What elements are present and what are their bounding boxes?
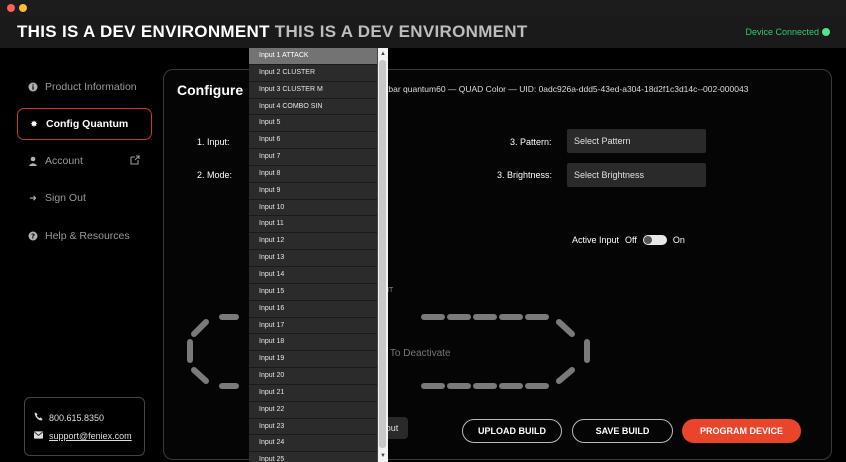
dropdown-option[interactable]: Input 4 COMBO SIN [249,99,377,116]
page-title: Configure [177,82,244,98]
device-status: Device Connected [745,27,830,37]
dropdown-option[interactable]: Input 7 [249,149,377,166]
phone-number: 800.615.8350 [49,412,105,423]
email-icon [34,431,43,441]
svg-text:?: ? [31,233,35,241]
mode-label: 2. Mode: [197,170,233,180]
sidebar-item-help-resources[interactable]: ? Help & Resources [17,220,152,252]
sidebar-item-config-quantum[interactable]: ✸ Config Quantum [17,108,152,140]
active-input-label: Active Input [572,235,620,245]
toggle-on-label: On [672,235,685,245]
deactivate-hint: ) To Deactivate [384,348,451,359]
active-input-toggle-group: Active Input Off On [572,235,685,245]
upload-build-button[interactable]: UPLOAD BUILD [462,419,562,443]
program-device-button[interactable]: PROGRAM DEVICE [682,419,801,443]
dropdown-option[interactable]: Input 1 ATTACK [249,48,377,65]
brightness-select[interactable]: Select Brightness [567,163,706,187]
sidebar-item-sign-out[interactable]: ➜ Sign Out [17,182,152,214]
dropdown-option[interactable]: Input 5 [249,115,377,133]
dropdown-option[interactable]: Input 18 [249,334,377,352]
brightness-label: 3. Brightness: [497,170,553,180]
user-icon [28,156,38,166]
dropdown-option[interactable]: Input 13 [249,250,377,267]
dropdown-option[interactable]: Input 21 [249,385,377,402]
dropdown-option[interactable]: Input 14 [249,267,377,284]
sidebar-item-label: Product Information [45,81,137,93]
contact-card: 800.615.8350 support@feniex.com [24,397,145,456]
pattern-label: 3. Pattern: [510,137,552,147]
dropdown-option[interactable]: Input 24 [249,435,377,453]
sidebar-item-label: Help & Resources [45,230,130,242]
device-status-label: Device Connected [745,27,819,37]
dropdown-option[interactable]: Input 6 [249,132,377,150]
phone-icon [34,412,43,423]
dropdown-option[interactable]: Input 12 [249,233,377,251]
sidebar-item-label: Account [45,155,83,167]
sidebar-item-label: Config Quantum [46,118,129,130]
pattern-select[interactable]: Select Pattern [567,129,706,153]
dropdown-option[interactable]: Input 2 CLUSTER [249,65,377,82]
input-dropdown-list[interactable]: Input 1 ATTACK Input 2 CLUSTER Input 3 C… [249,48,378,462]
dropdown-option[interactable]: Input 25 [249,452,377,462]
dropdown-option[interactable]: Input 16 [249,301,377,318]
dropdown-option[interactable]: Input 11 [249,216,377,234]
scroll-up-arrow-icon[interactable]: ▲ [379,50,387,58]
dropdown-option[interactable]: Input 9 [249,183,377,200]
window-titlebar [0,0,846,16]
minimize-window-button[interactable] [19,4,27,12]
info-icon [28,82,38,92]
dropdown-option[interactable]: Input 15 [249,284,377,301]
scrollbar-thumb[interactable] [379,60,386,448]
external-link-icon[interactable] [130,155,140,168]
banner-text-primary: THIS IS A DEV ENVIRONMENT [17,22,270,41]
dropdown-option[interactable]: Input 8 [249,166,377,183]
support-email-link[interactable]: support@feniex.com [49,431,132,441]
input-label: 1. Input: [197,137,230,147]
sidebar-item-label: Sign Out [45,192,86,204]
gear-icon: ✸ [30,118,38,129]
dev-environment-banner: THIS IS A DEV ENVIRONMENT THIS IS A DEV … [17,22,528,42]
scroll-down-arrow-icon[interactable]: ▼ [379,452,387,460]
sidebar-item-product-information[interactable]: Product Information [17,71,152,103]
dropdown-scrollbar[interactable]: ▲ ▼ [378,48,388,462]
sidebar-item-account[interactable]: Account [17,145,152,177]
device-uid-line: tbar quantum60 — QUAD Color — UID: 0adc9… [386,84,749,94]
sign-out-icon: ➜ [29,192,37,203]
connected-dot-icon [822,28,830,36]
dropdown-option[interactable]: Input 3 CLUSTER M [249,82,377,99]
dropdown-option[interactable]: Input 19 [249,351,377,369]
active-input-toggle[interactable] [642,235,667,245]
dropdown-option[interactable]: Input 23 [249,419,377,436]
dropdown-option[interactable]: Input 20 [249,368,377,385]
close-window-button[interactable] [7,4,15,12]
app-header: THIS IS A DEV ENVIRONMENT THIS IS A DEV … [0,16,846,48]
save-build-button[interactable]: SAVE BUILD [572,419,673,443]
dropdown-option[interactable]: Input 10 [249,200,377,217]
banner-text-secondary: THIS IS A DEV ENVIRONMENT [274,22,528,41]
dropdown-option[interactable]: Input 17 [249,318,377,335]
help-icon: ? [28,231,38,241]
dropdown-option[interactable]: Input 22 [249,402,377,419]
toggle-off-label: Off [625,235,637,245]
